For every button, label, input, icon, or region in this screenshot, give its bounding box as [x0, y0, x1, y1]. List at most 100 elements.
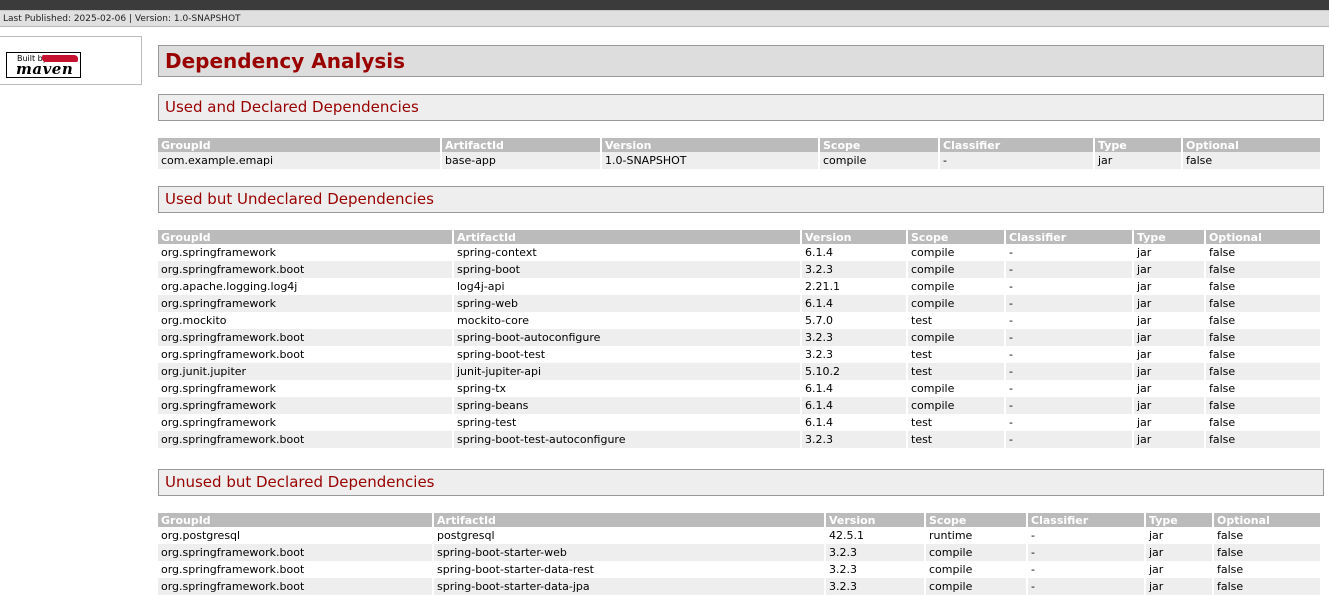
cell-scope: compile	[908, 295, 1004, 312]
cell-artifactid: base-app	[442, 152, 600, 169]
cell-scope: compile	[908, 261, 1004, 278]
cell-version: 6.1.4	[802, 397, 906, 414]
cell-groupid: org.junit.jupiter	[158, 363, 452, 380]
column-header-groupid: GroupId	[158, 230, 452, 244]
cell-optional: false	[1206, 278, 1320, 295]
cell-optional: false	[1206, 329, 1320, 346]
section-title-unused-declared: Unused but Declared Dependencies	[158, 469, 1324, 496]
cell-type: jar	[1134, 244, 1204, 261]
cell-scope: compile	[908, 397, 1004, 414]
cell-scope: test	[908, 414, 1004, 431]
cell-classifier: -	[1006, 363, 1132, 380]
cell-version: 3.2.3	[802, 329, 906, 346]
table-row: org.apache.logging.log4j log4j-api 2.21.1 c…	[158, 278, 1320, 295]
cell-version: 6.1.4	[802, 414, 906, 431]
cell-classifier: -	[1006, 414, 1132, 431]
cell-optional: false	[1206, 431, 1320, 448]
cell-groupid: org.springframework.boot	[158, 261, 452, 278]
cell-groupid: org.springframework.boot	[158, 431, 452, 448]
cell-groupid: org.postgresql	[158, 527, 432, 544]
column-header-version: Version	[602, 138, 818, 152]
column-header-optional: Optional	[1183, 138, 1320, 152]
column-header-classifier: Classifier	[940, 138, 1093, 152]
cell-optional: false	[1206, 414, 1320, 431]
page-title-text: Dependency Analysis	[165, 49, 406, 73]
table-row: org.springframework spring-beans 6.1.4 comp…	[158, 397, 1320, 414]
cell-type: jar	[1134, 397, 1204, 414]
table-row: org.springframework spring-web 6.1.4 compil…	[158, 295, 1320, 312]
cell-groupid: org.mockito	[158, 312, 452, 329]
table-row: org.springframework.boot spring-boot 3.2.3…	[158, 261, 1320, 278]
cell-version: 3.2.3	[826, 561, 924, 578]
cell-scope: compile	[908, 329, 1004, 346]
cell-artifactid: junit-jupiter-api	[454, 363, 800, 380]
cell-type: jar	[1146, 527, 1212, 544]
cell-artifactid: mockito-core	[454, 312, 800, 329]
cell-optional: false	[1214, 578, 1320, 595]
cell-version: 42.5.1	[826, 527, 924, 544]
page-title: Dependency Analysis	[158, 45, 1324, 77]
section-title-text: Used and Declared Dependencies	[165, 98, 419, 116]
cell-type: jar	[1146, 561, 1212, 578]
table-row: org.springframework spring-tx 6.1.4 compile…	[158, 380, 1320, 397]
cell-type: jar	[1134, 295, 1204, 312]
cell-optional: false	[1206, 397, 1320, 414]
cell-classifier: -	[1006, 329, 1132, 346]
published-bar: Last Published: 2025-02-06 | Version: 1.…	[0, 10, 1329, 27]
cell-type: jar	[1134, 380, 1204, 397]
cell-scope: test	[908, 363, 1004, 380]
cell-classifier: -	[1006, 431, 1132, 448]
column-header-optional: Optional	[1214, 513, 1320, 527]
cell-optional: false	[1206, 363, 1320, 380]
cell-groupid: org.apache.logging.log4j	[158, 278, 452, 295]
cell-artifactid: spring-boot-autoconfigure	[454, 329, 800, 346]
cell-groupid: org.springframework	[158, 244, 452, 261]
cell-scope: compile	[820, 152, 938, 169]
cell-groupid: org.springframework	[158, 414, 452, 431]
cell-version: 6.1.4	[802, 380, 906, 397]
published-text: Last Published: 2025-02-06 | Version: 1.…	[3, 14, 241, 24]
left-sidebar: Built by: maven	[0, 36, 142, 85]
cell-artifactid: spring-tx	[454, 380, 800, 397]
cell-classifier: -	[1028, 527, 1144, 544]
maven-wordmark: maven	[16, 60, 74, 78]
cell-optional: false	[1206, 261, 1320, 278]
table-row: org.springframework.boot spring-boot-star…	[158, 561, 1320, 578]
table-row: org.springframework spring-context 6.1.4 co…	[158, 244, 1320, 261]
cell-scope: compile	[908, 244, 1004, 261]
cell-version: 3.2.3	[802, 346, 906, 363]
column-header-classifier: Classifier	[1028, 513, 1144, 527]
column-header-scope: Scope	[908, 230, 1004, 244]
cell-scope: compile	[926, 561, 1026, 578]
cell-groupid: org.springframework	[158, 397, 452, 414]
cell-groupid: org.springframework.boot	[158, 329, 452, 346]
cell-optional: false	[1206, 244, 1320, 261]
column-header-type: Type	[1146, 513, 1212, 527]
unused-declared-table: GroupId ArtifactId Version Scope Classifier T…	[156, 513, 1322, 595]
cell-classifier: -	[1006, 278, 1132, 295]
cell-version: 5.10.2	[802, 363, 906, 380]
cell-groupid: com.example.emapi	[158, 152, 440, 169]
table-row: org.mockito mockito-core 5.7.0 test - jar fals…	[158, 312, 1320, 329]
cell-scope: test	[908, 431, 1004, 448]
cell-optional: false	[1183, 152, 1320, 169]
cell-classifier: -	[1028, 561, 1144, 578]
cell-type: jar	[1095, 152, 1181, 169]
cell-scope: test	[908, 346, 1004, 363]
cell-type: jar	[1134, 261, 1204, 278]
cell-groupid: org.springframework	[158, 380, 452, 397]
cell-scope: test	[908, 312, 1004, 329]
cell-version: 6.1.4	[802, 295, 906, 312]
built-by-maven-logo[interactable]: Built by: maven	[6, 52, 81, 78]
cell-classifier: -	[1006, 397, 1132, 414]
table-row: org.postgresql postgresql 42.5.1 runtime - ja…	[158, 527, 1320, 544]
cell-classifier: -	[1006, 312, 1132, 329]
cell-groupid: org.springframework.boot	[158, 578, 432, 595]
column-header-type: Type	[1134, 230, 1204, 244]
cell-classifier: -	[1006, 346, 1132, 363]
cell-classifier: -	[1028, 578, 1144, 595]
table-row: org.springframework.boot spring-boot-auto…	[158, 329, 1320, 346]
cell-version: 5.7.0	[802, 312, 906, 329]
cell-optional: false	[1206, 346, 1320, 363]
cell-version: 1.0-SNAPSHOT	[602, 152, 818, 169]
